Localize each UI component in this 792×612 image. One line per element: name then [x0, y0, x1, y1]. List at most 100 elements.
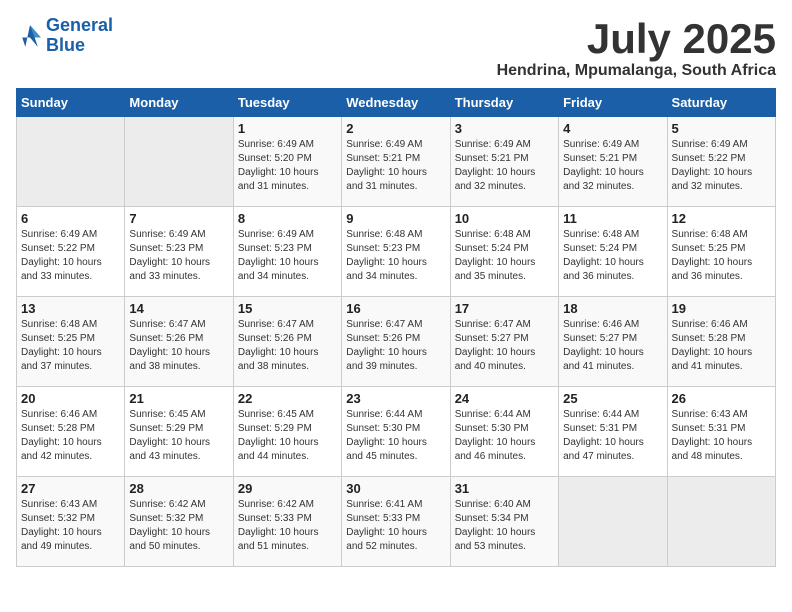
calendar-day-cell: 6 Sunrise: 6:49 AM Sunset: 5:22 PM Daylig… — [17, 207, 125, 297]
day-number: 26 — [672, 391, 771, 406]
day-info: Sunrise: 6:49 AM Sunset: 5:21 PM Dayligh… — [346, 138, 445, 194]
calendar-day-cell: 12 Sunrise: 6:48 AM Sunset: 5:25 PM Dayli… — [667, 207, 775, 297]
calendar-day-cell — [125, 117, 233, 207]
calendar-day-cell: 21Sunrise: 6:45 AM Sunset: 5:29 PM Dayli… — [125, 387, 233, 477]
calendar-week-row: 1 Sunrise: 6:49 AM Sunset: 5:20 PM Daylig… — [17, 117, 776, 207]
day-info: Sunrise: 6:42 AM Sunset: 5:33 PM Dayligh… — [238, 498, 337, 554]
day-info: Sunrise: 6:48 AM Sunset: 5:24 PM Dayligh… — [563, 228, 662, 284]
calendar-week-row: 6 Sunrise: 6:49 AM Sunset: 5:22 PM Daylig… — [17, 207, 776, 297]
calendar-day-cell: 3 Sunrise: 6:49 AM Sunset: 5:21 PM Daylig… — [450, 117, 558, 207]
day-info: Sunrise: 6:48 AM Sunset: 5:25 PM Dayligh… — [21, 318, 120, 374]
calendar-day-cell: 17Sunrise: 6:47 AM Sunset: 5:27 PM Dayli… — [450, 297, 558, 387]
day-info: Sunrise: 6:48 AM Sunset: 5:24 PM Dayligh… — [455, 228, 554, 284]
day-info: Sunrise: 6:49 AM Sunset: 5:22 PM Dayligh… — [21, 228, 120, 284]
day-info: Sunrise: 6:48 AM Sunset: 5:23 PM Dayligh… — [346, 228, 445, 284]
day-number: 5 — [672, 121, 771, 136]
calendar-day-cell: 13Sunrise: 6:48 AM Sunset: 5:25 PM Dayli… — [17, 297, 125, 387]
day-info: Sunrise: 6:49 AM Sunset: 5:20 PM Dayligh… — [238, 138, 337, 194]
day-number: 20 — [21, 391, 120, 406]
day-number: 19 — [672, 301, 771, 316]
calendar-day-cell: 20 Sunrise: 6:46 AM Sunset: 5:28 PM Dayli… — [17, 387, 125, 477]
day-info: Sunrise: 6:46 AM Sunset: 5:27 PM Dayligh… — [563, 318, 662, 374]
day-info: Sunrise: 6:46 AM Sunset: 5:28 PM Dayligh… — [21, 408, 120, 464]
weekday-header-monday: Monday — [125, 89, 233, 117]
calendar-week-row: 13Sunrise: 6:48 AM Sunset: 5:25 PM Dayli… — [17, 297, 776, 387]
day-number: 1 — [238, 121, 337, 136]
weekday-header-thursday: Thursday — [450, 89, 558, 117]
day-number: 22 — [238, 391, 337, 406]
day-number: 24 — [455, 391, 554, 406]
title-block: July 2025 Hendrina, Mpumalanga, South Af… — [497, 16, 776, 80]
day-number: 4 — [563, 121, 662, 136]
day-number: 3 — [455, 121, 554, 136]
day-number: 6 — [21, 211, 120, 226]
day-info: Sunrise: 6:48 AM Sunset: 5:25 PM Dayligh… — [672, 228, 771, 284]
day-info: Sunrise: 6:44 AM Sunset: 5:30 PM Dayligh… — [455, 408, 554, 464]
calendar-day-cell: 29 Sunrise: 6:42 AM Sunset: 5:33 PM Dayli… — [233, 477, 341, 567]
day-number: 30 — [346, 481, 445, 496]
calendar-day-cell: 9Sunrise: 6:48 AM Sunset: 5:23 PM Daylig… — [342, 207, 450, 297]
calendar-day-cell: 1 Sunrise: 6:49 AM Sunset: 5:20 PM Daylig… — [233, 117, 341, 207]
calendar-day-cell: 28Sunrise: 6:42 AM Sunset: 5:32 PM Dayli… — [125, 477, 233, 567]
calendar-day-cell: 26 Sunrise: 6:43 AM Sunset: 5:31 PM Dayli… — [667, 387, 775, 477]
day-number: 28 — [129, 481, 228, 496]
calendar-day-cell: 2 Sunrise: 6:49 AM Sunset: 5:21 PM Daylig… — [342, 117, 450, 207]
calendar-day-cell: 14 Sunrise: 6:47 AM Sunset: 5:26 PM Dayli… — [125, 297, 233, 387]
day-number: 27 — [21, 481, 120, 496]
weekday-header-tuesday: Tuesday — [233, 89, 341, 117]
calendar-week-row: 27 Sunrise: 6:43 AM Sunset: 5:32 PM Dayli… — [17, 477, 776, 567]
calendar-day-cell: 16 Sunrise: 6:47 AM Sunset: 5:26 PM Dayli… — [342, 297, 450, 387]
weekday-header-friday: Friday — [559, 89, 667, 117]
calendar-day-cell: 4 Sunrise: 6:49 AM Sunset: 5:21 PM Daylig… — [559, 117, 667, 207]
day-info: Sunrise: 6:47 AM Sunset: 5:26 PM Dayligh… — [238, 318, 337, 374]
calendar-day-cell — [667, 477, 775, 567]
calendar-day-cell — [559, 477, 667, 567]
calendar-subtitle: Hendrina, Mpumalanga, South Africa — [497, 62, 776, 80]
weekday-header-row: SundayMondayTuesdayWednesdayThursdayFrid… — [17, 89, 776, 117]
day-number: 10 — [455, 211, 554, 226]
day-number: 18 — [563, 301, 662, 316]
day-number: 23 — [346, 391, 445, 406]
calendar-day-cell: 25Sunrise: 6:44 AM Sunset: 5:31 PM Dayli… — [559, 387, 667, 477]
calendar-day-cell: 23 Sunrise: 6:44 AM Sunset: 5:30 PM Dayli… — [342, 387, 450, 477]
day-info: Sunrise: 6:49 AM Sunset: 5:21 PM Dayligh… — [455, 138, 554, 194]
logo-line1: General — [46, 15, 113, 35]
day-info: Sunrise: 6:49 AM Sunset: 5:21 PM Dayligh… — [563, 138, 662, 194]
day-info: Sunrise: 6:47 AM Sunset: 5:26 PM Dayligh… — [129, 318, 228, 374]
day-number: 2 — [346, 121, 445, 136]
day-info: Sunrise: 6:49 AM Sunset: 5:23 PM Dayligh… — [238, 228, 337, 284]
calendar-day-cell: 30 Sunrise: 6:41 AM Sunset: 5:33 PM Dayli… — [342, 477, 450, 567]
day-number: 7 — [129, 211, 228, 226]
calendar-day-cell: 8 Sunrise: 6:49 AM Sunset: 5:23 PM Daylig… — [233, 207, 341, 297]
calendar-table: SundayMondayTuesdayWednesdayThursdayFrid… — [16, 88, 776, 567]
calendar-title: July 2025 — [497, 16, 776, 62]
day-number: 12 — [672, 211, 771, 226]
day-info: Sunrise: 6:46 AM Sunset: 5:28 PM Dayligh… — [672, 318, 771, 374]
weekday-header-sunday: Sunday — [17, 89, 125, 117]
day-number: 31 — [455, 481, 554, 496]
day-info: Sunrise: 6:44 AM Sunset: 5:30 PM Dayligh… — [346, 408, 445, 464]
day-info: Sunrise: 6:43 AM Sunset: 5:31 PM Dayligh… — [672, 408, 771, 464]
logo-icon — [16, 22, 44, 50]
weekday-header-wednesday: Wednesday — [342, 89, 450, 117]
weekday-header-saturday: Saturday — [667, 89, 775, 117]
day-number: 29 — [238, 481, 337, 496]
day-number: 16 — [346, 301, 445, 316]
calendar-day-cell — [17, 117, 125, 207]
calendar-week-row: 20 Sunrise: 6:46 AM Sunset: 5:28 PM Dayli… — [17, 387, 776, 477]
calendar-day-cell: 11 Sunrise: 6:48 AM Sunset: 5:24 PM Dayli… — [559, 207, 667, 297]
day-info: Sunrise: 6:41 AM Sunset: 5:33 PM Dayligh… — [346, 498, 445, 554]
day-number: 15 — [238, 301, 337, 316]
day-info: Sunrise: 6:47 AM Sunset: 5:26 PM Dayligh… — [346, 318, 445, 374]
day-info: Sunrise: 6:43 AM Sunset: 5:32 PM Dayligh… — [21, 498, 120, 554]
calendar-day-cell: 10 Sunrise: 6:48 AM Sunset: 5:24 PM Dayli… — [450, 207, 558, 297]
calendar-day-cell: 5 Sunrise: 6:49 AM Sunset: 5:22 PM Daylig… — [667, 117, 775, 207]
calendar-day-cell: 7 Sunrise: 6:49 AM Sunset: 5:23 PM Daylig… — [125, 207, 233, 297]
day-number: 11 — [563, 211, 662, 226]
day-info: Sunrise: 6:40 AM Sunset: 5:34 PM Dayligh… — [455, 498, 554, 554]
day-info: Sunrise: 6:49 AM Sunset: 5:23 PM Dayligh… — [129, 228, 228, 284]
day-number: 14 — [129, 301, 228, 316]
calendar-day-cell: 24 Sunrise: 6:44 AM Sunset: 5:30 PM Dayli… — [450, 387, 558, 477]
day-info: Sunrise: 6:49 AM Sunset: 5:22 PM Dayligh… — [672, 138, 771, 194]
day-number: 8 — [238, 211, 337, 226]
